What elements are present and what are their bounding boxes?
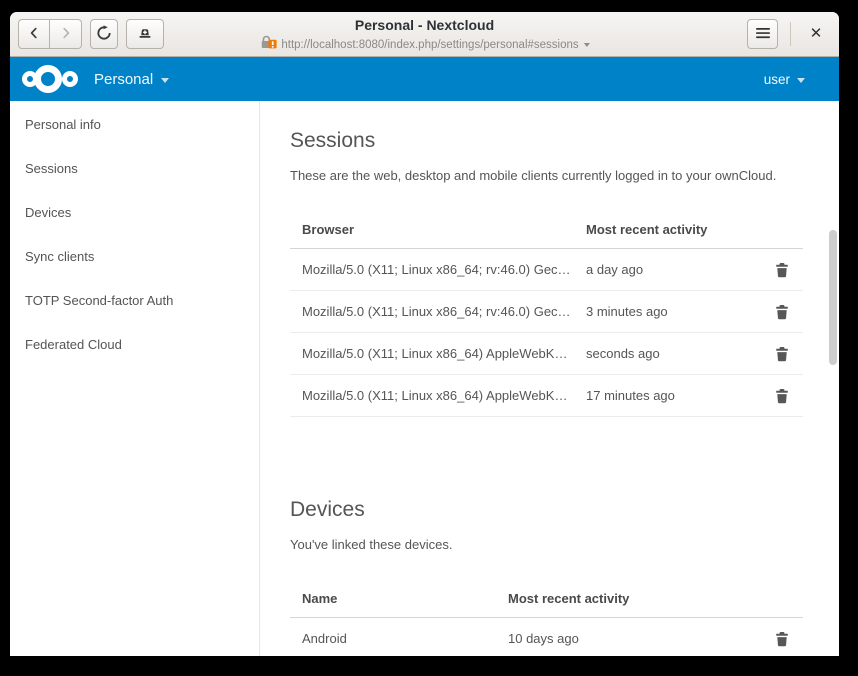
devices-description: You've linked these devices. <box>290 536 803 553</box>
settings-page: Personal info Sessions Devices Sync clie… <box>10 101 839 656</box>
session-row: Mozilla/5.0 (X11; Linux x86_64) AppleWeb… <box>290 375 803 417</box>
session-activity: a day ago <box>586 262 758 277</box>
window-title: Personal - Nextcloud <box>355 16 494 34</box>
lock-warning-icon <box>259 35 276 54</box>
reload-button[interactable] <box>90 19 118 49</box>
sessions-section: Sessions These are the web, desktop and … <box>290 128 803 417</box>
session-activity: 3 minutes ago <box>586 304 758 319</box>
forward-button[interactable] <box>50 19 82 49</box>
device-row: Android 10 days ago <box>290 618 803 656</box>
menu-button[interactable] <box>747 19 778 49</box>
url-text: http://localhost:8080/index.php/settings… <box>281 39 578 51</box>
back-icon <box>26 25 42 44</box>
reload-icon <box>96 25 112 44</box>
session-activity: seconds ago <box>586 346 758 361</box>
caret-down-icon <box>797 78 805 83</box>
column-header-name: Name <box>290 591 508 606</box>
delete-icon <box>774 266 790 281</box>
sidebar-item-totp[interactable]: TOTP Second-factor Auth <box>10 279 259 323</box>
app-menu-label: Personal <box>94 71 153 88</box>
close-icon: ✕ <box>810 25 823 42</box>
new-tab-icon <box>137 25 153 44</box>
delete-icon <box>774 392 790 407</box>
delete-device-button[interactable] <box>774 631 790 647</box>
nextcloud-logo[interactable] <box>22 64 78 94</box>
sidebar-item-federated-cloud[interactable]: Federated Cloud <box>10 323 259 367</box>
session-browser: Mozilla/5.0 (X11; Linux x86_64) AppleWeb… <box>290 346 586 361</box>
delete-icon <box>774 308 790 323</box>
sidebar-item-sessions[interactable]: Sessions <box>10 147 259 191</box>
browser-titlebar: Personal - Nextcloud http://localhost:80… <box>10 12 839 57</box>
nav-controls <box>18 19 164 49</box>
devices-title: Devices <box>290 497 803 523</box>
nextcloud-header: Personal user <box>10 57 839 101</box>
back-button[interactable] <box>18 19 50 49</box>
session-activity: 17 minutes ago <box>586 388 758 403</box>
device-name: Android <box>290 631 508 646</box>
app-menu[interactable]: Personal <box>94 71 169 88</box>
user-menu[interactable]: user <box>764 72 805 87</box>
sessions-title: Sessions <box>290 128 803 154</box>
devices-table-header: Name Most recent activity <box>290 580 803 618</box>
delete-session-button[interactable] <box>774 304 790 320</box>
forward-icon <box>58 25 74 44</box>
column-header-activity: Most recent activity <box>586 222 758 237</box>
delete-session-button[interactable] <box>774 262 790 278</box>
column-header-activity: Most recent activity <box>508 591 758 606</box>
new-tab-button[interactable] <box>126 19 164 49</box>
close-button[interactable]: ✕ <box>803 21 829 47</box>
session-row: Mozilla/5.0 (X11; Linux x86_64; rv:46.0)… <box>290 291 803 333</box>
column-header-browser: Browser <box>290 222 586 237</box>
sidebar-item-personal-info[interactable]: Personal info <box>10 103 259 147</box>
menu-icon <box>755 26 771 43</box>
delete-session-button[interactable] <box>774 388 790 404</box>
main-content: Sessions These are the web, desktop and … <box>260 101 839 656</box>
caret-down-icon <box>161 78 169 83</box>
sessions-description: These are the web, desktop and mobile cl… <box>290 167 803 184</box>
user-menu-label: user <box>764 72 790 87</box>
titlebar-center: Personal - Nextcloud http://localhost:80… <box>259 16 589 54</box>
caret-down-icon[interactable] <box>584 43 590 47</box>
session-row: Mozilla/5.0 (X11; Linux x86_64; rv:46.0)… <box>290 249 803 291</box>
delete-icon <box>774 635 790 650</box>
session-browser: Mozilla/5.0 (X11; Linux x86_64; rv:46.0)… <box>290 262 586 277</box>
session-browser: Mozilla/5.0 (X11; Linux x86_64; rv:46.0)… <box>290 304 586 319</box>
titlebar-right: ✕ <box>747 19 829 49</box>
sessions-table: Browser Most recent activity Mozilla/5.0… <box>290 211 803 417</box>
sidebar-item-devices[interactable]: Devices <box>10 191 259 235</box>
scrollbar-thumb[interactable] <box>829 230 837 365</box>
sessions-table-header: Browser Most recent activity <box>290 211 803 249</box>
devices-table: Name Most recent activity Android 10 day… <box>290 580 803 656</box>
url-bar[interactable]: http://localhost:8080/index.php/settings… <box>259 35 589 54</box>
device-activity: 10 days ago <box>508 631 758 646</box>
sidebar-item-sync-clients[interactable]: Sync clients <box>10 235 259 279</box>
devices-section: Devices You've linked these devices. Nam… <box>290 497 803 656</box>
delete-icon <box>774 350 790 365</box>
browser-window: Personal - Nextcloud http://localhost:80… <box>10 12 839 656</box>
session-row: Mozilla/5.0 (X11; Linux x86_64) AppleWeb… <box>290 333 803 375</box>
history-button-group <box>18 19 82 49</box>
delete-session-button[interactable] <box>774 346 790 362</box>
settings-sidebar: Personal info Sessions Devices Sync clie… <box>10 101 260 656</box>
titlebar-separator <box>790 22 791 46</box>
session-browser: Mozilla/5.0 (X11; Linux x86_64) AppleWeb… <box>290 388 586 403</box>
